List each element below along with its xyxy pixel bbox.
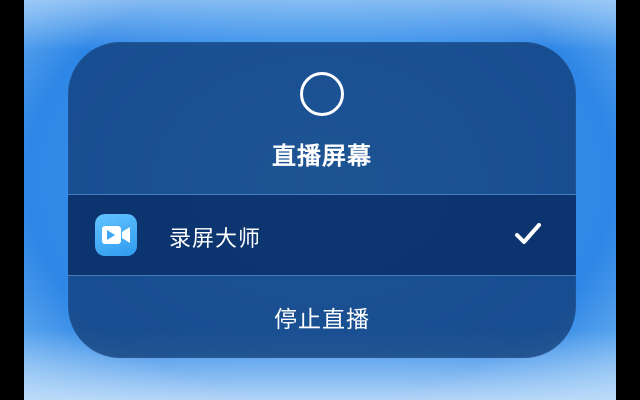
panel-title: 直播屏幕 xyxy=(272,142,372,170)
app-row-selected[interactable]: 录屏大师 xyxy=(68,195,576,275)
broadcast-picker-panel: 直播屏幕 录屏大师 停止直播 xyxy=(68,42,576,358)
stop-broadcast-button[interactable]: 停止直播 xyxy=(68,276,576,358)
video-camera-icon xyxy=(95,214,137,256)
app-name-label: 录屏大师 xyxy=(169,227,262,252)
blurred-background: 直播屏幕 录屏大师 停止直播 xyxy=(24,0,616,400)
record-ring-icon xyxy=(300,72,344,116)
checkmark-icon xyxy=(515,223,541,244)
